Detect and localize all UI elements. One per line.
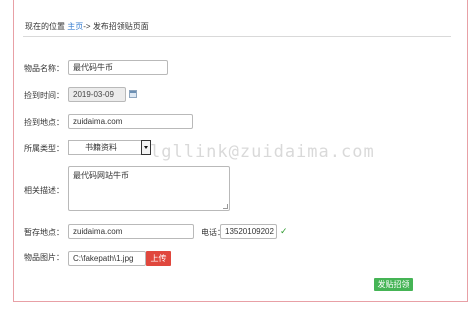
item-name-input[interactable]: 最代码牛币 — [68, 60, 168, 75]
description-textarea[interactable]: 最代码网站牛币 — [68, 166, 230, 211]
found-time-input[interactable]: 2019-03-09 — [68, 87, 126, 102]
storage-place-input[interactable]: zuidaima.com — [68, 224, 194, 239]
breadcrumb-home-link[interactable]: 主页 — [67, 22, 83, 31]
category-selected-value: 书籍资料 — [85, 143, 117, 152]
upload-button[interactable]: 上传 — [146, 251, 171, 266]
chevron-down-icon[interactable] — [141, 140, 151, 155]
image-label: 物品图片： — [24, 253, 64, 262]
breadcrumb-prefix: 现在的位置 — [25, 22, 65, 31]
calendar-icon[interactable] — [129, 90, 137, 98]
category-select[interactable]: 书籍资料 — [68, 140, 151, 155]
breadcrumb-divider — [23, 36, 451, 37]
submit-button[interactable]: 发贴招领 — [374, 278, 413, 291]
breadcrumb: 现在的位置 主页-> 发布招领贴页面 — [25, 21, 149, 32]
image-file-input[interactable]: C:\fakepath\1.jpg — [68, 251, 146, 266]
found-place-input[interactable]: zuidaima.com — [68, 114, 193, 129]
found-time-label: 捡到时间： — [24, 91, 64, 100]
phone-input[interactable]: 13520109202 — [220, 224, 277, 239]
description-label: 相关描述： — [24, 186, 64, 195]
item-name-label: 物品名称： — [24, 64, 64, 73]
category-label: 所属类型： — [24, 144, 64, 153]
breadcrumb-current: 发布招领贴页面 — [92, 22, 149, 31]
found-place-label: 捡到地点： — [24, 118, 64, 127]
description-text: 最代码网站牛币 — [73, 171, 129, 180]
resize-handle-icon[interactable] — [223, 204, 228, 209]
check-icon: ✓ — [280, 226, 288, 236]
breadcrumb-separator: -> — [83, 22, 91, 31]
storage-place-label: 暂存地点： — [24, 228, 64, 237]
